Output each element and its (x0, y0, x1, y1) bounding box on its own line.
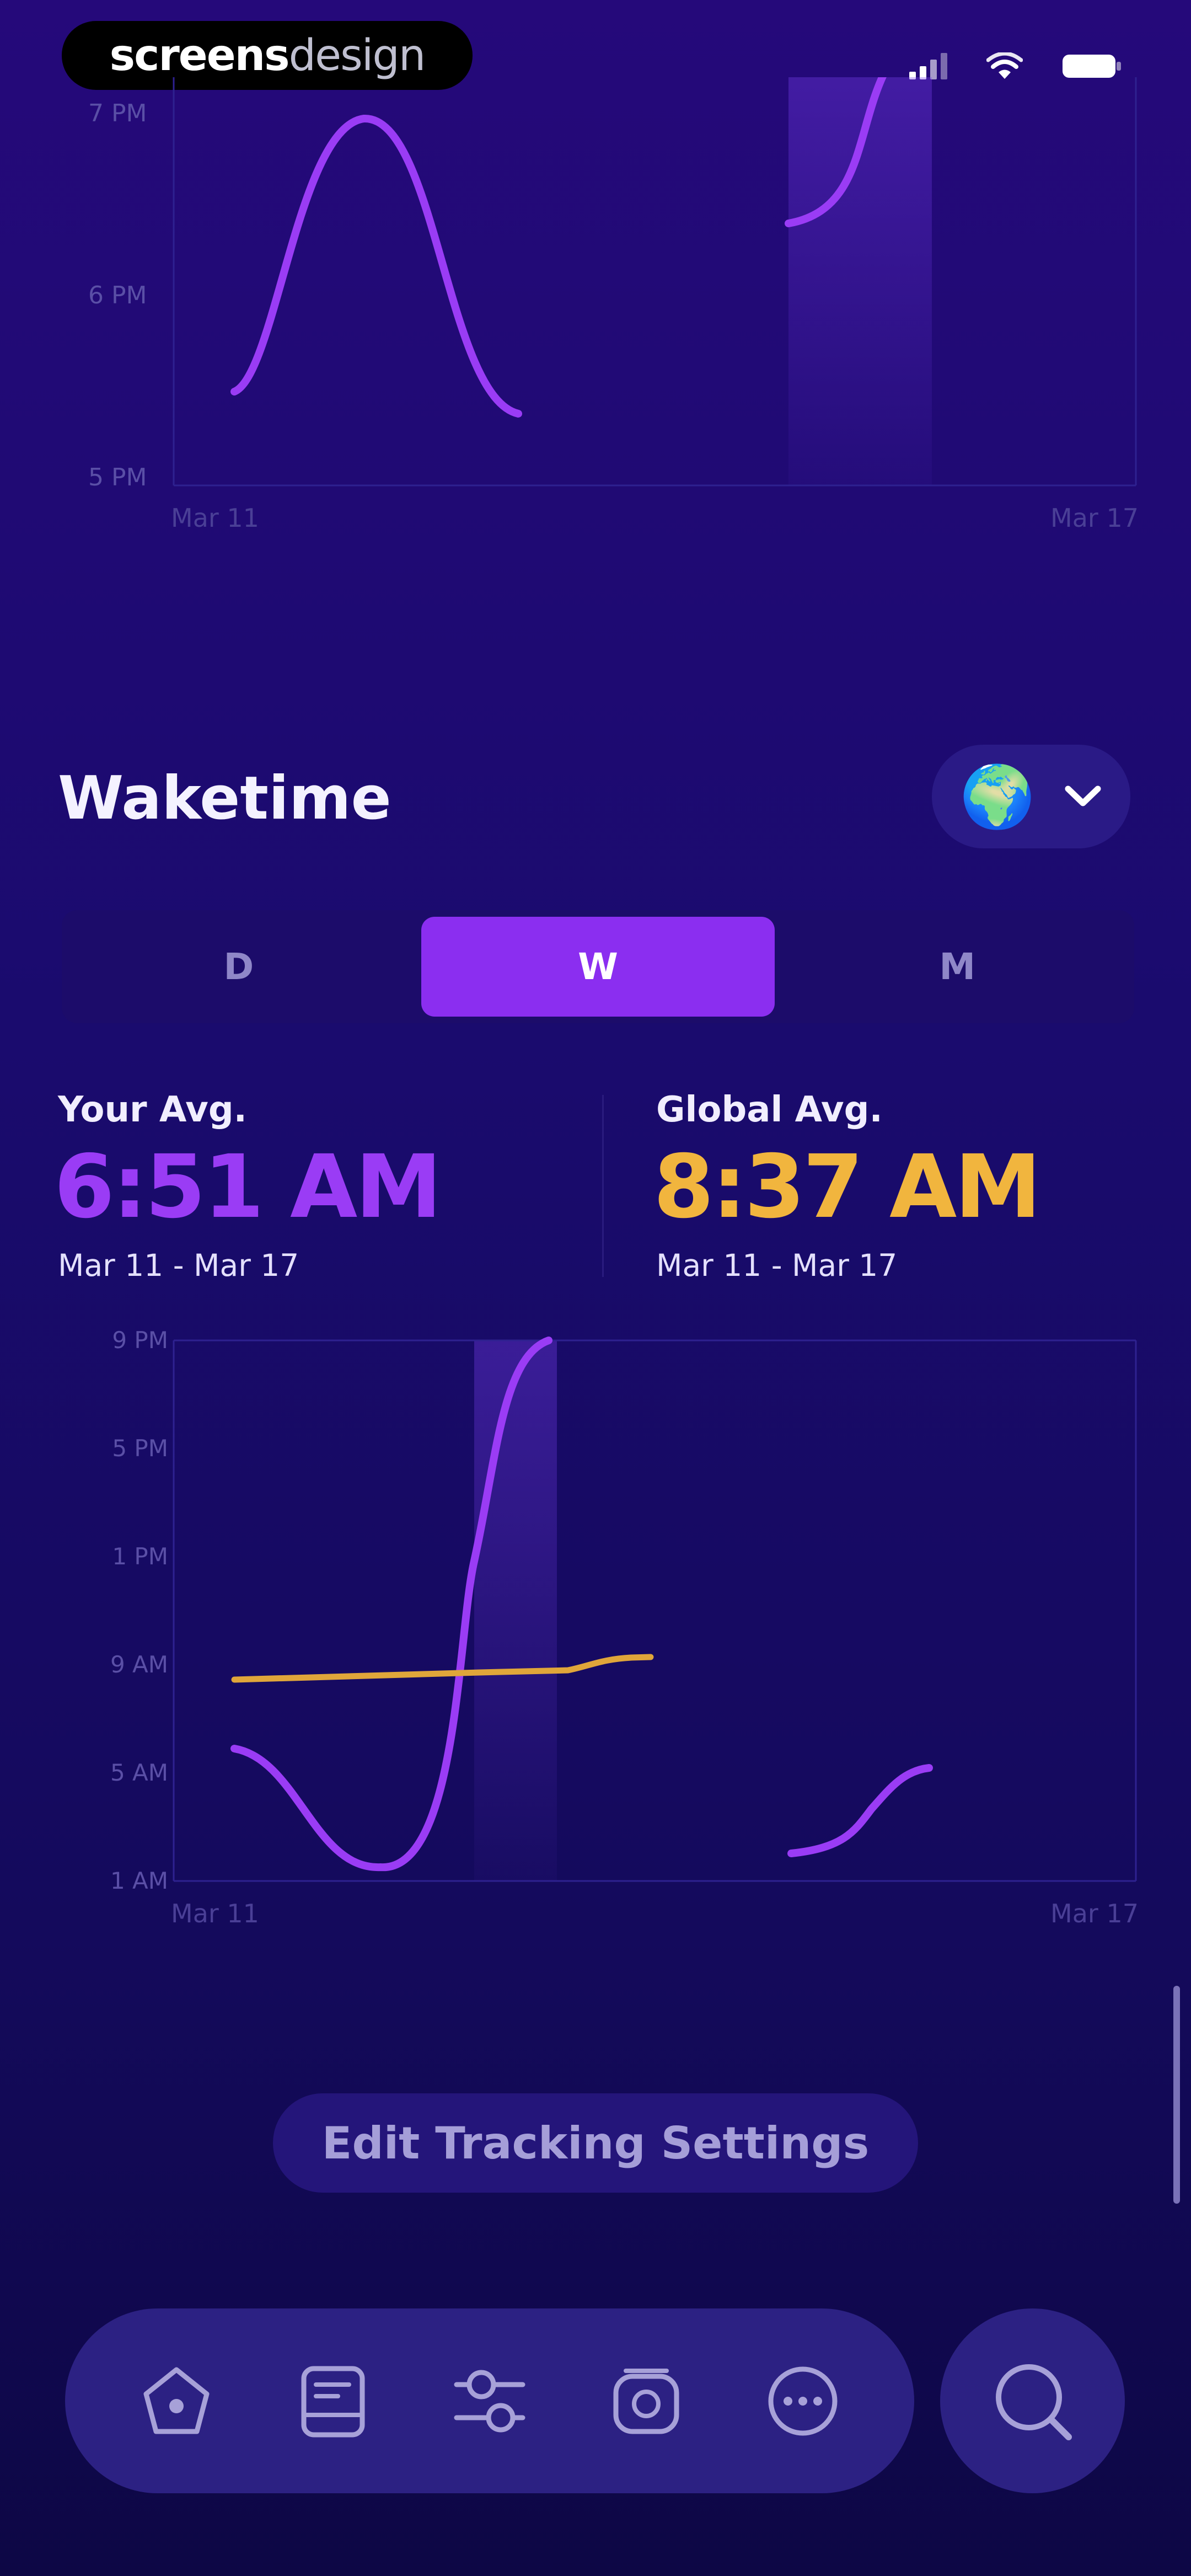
watermark-light: design (288, 30, 426, 81)
tab-home[interactable] (135, 2360, 218, 2443)
period-segmented-control: D W M (62, 910, 1134, 1023)
home-icon (143, 2367, 210, 2434)
bedtime-chart: 7 PM 6 PM 5 PM Mar 11 Mar 17 (39, 77, 1163, 552)
top-chart-y-tick: 5 PM (88, 463, 147, 491)
top-chart-y-tick: 7 PM (88, 99, 147, 127)
your-avg-value: 6:51 AM (54, 1136, 442, 1238)
sliders-icon (454, 2370, 525, 2432)
edit-tracking-settings-button[interactable]: Edit Tracking Settings (273, 2093, 918, 2193)
avg-divider (602, 1095, 604, 1277)
tab-sliders[interactable] (448, 2360, 531, 2443)
wake-chart-x-end: Mar 17 (1050, 1899, 1139, 1928)
chevron-down-icon (1065, 785, 1101, 806)
globe-icon: 🌍 (959, 761, 1036, 832)
waketime-chart: 9 PM 5 PM 1 PM 9 AM 5 AM 1 AM Mar 11 Mar 17 (39, 1324, 1163, 1942)
global-avg-range: Mar 11 - Mar 17 (656, 1248, 898, 1283)
top-chart-x-end: Mar 17 (1050, 503, 1139, 533)
wake-chart-y-tick: 1 AM (110, 1867, 168, 1894)
wake-chart-y-tick: 1 PM (112, 1543, 168, 1570)
search-icon (995, 2364, 1072, 2440)
global-waketime-line (231, 1654, 654, 1683)
section-title: Waketime (58, 764, 391, 833)
tab-more[interactable] (761, 2360, 844, 2443)
tab-alarm[interactable] (605, 2360, 688, 2443)
global-avg-label: Global Avg. (656, 1089, 883, 1130)
search-button[interactable] (940, 2308, 1125, 2493)
journal-icon (301, 2366, 365, 2437)
cellular-signal-icon (909, 53, 947, 79)
wake-chart-y-tick: 9 AM (110, 1651, 168, 1678)
top-chart-line-1 (230, 114, 522, 418)
segment-week[interactable]: W (421, 917, 775, 1017)
top-chart-y-tick: 6 PM (88, 281, 147, 309)
more-icon (768, 2366, 838, 2435)
region-selector[interactable]: 🌍 (932, 745, 1130, 848)
user-waketime-line-2 (787, 1764, 933, 1857)
segment-month[interactable]: M (780, 910, 1134, 1023)
wake-chart-y-tick: 5 AM (110, 1759, 168, 1786)
top-chart-x-start: Mar 11 (171, 503, 259, 533)
wake-chart-y-tick: 9 PM (112, 1327, 168, 1354)
wake-chart-y-ticks: 9 PM 5 PM 1 PM 9 AM 5 AM 1 AM (110, 1327, 168, 1894)
wake-chart-y-tick: 5 PM (112, 1435, 168, 1462)
wake-chart-highlight-band (474, 1340, 557, 1881)
global-avg-value: 8:37 AM (653, 1136, 1042, 1238)
status-icons (909, 52, 1122, 80)
segment-day[interactable]: D (62, 910, 416, 1023)
wifi-icon (986, 52, 1023, 79)
bottom-tab-bar (65, 2308, 914, 2493)
your-avg-label: Your Avg. (58, 1089, 247, 1130)
tab-journal[interactable] (292, 2360, 374, 2443)
wake-chart-x-start: Mar 11 (171, 1899, 259, 1928)
watermark-bold: screens (109, 30, 290, 81)
your-avg-range: Mar 11 - Mar 17 (58, 1248, 299, 1283)
scrollbar[interactable] (1173, 1986, 1180, 2204)
alarm-icon (613, 2368, 679, 2434)
battery-icon (1063, 55, 1121, 78)
